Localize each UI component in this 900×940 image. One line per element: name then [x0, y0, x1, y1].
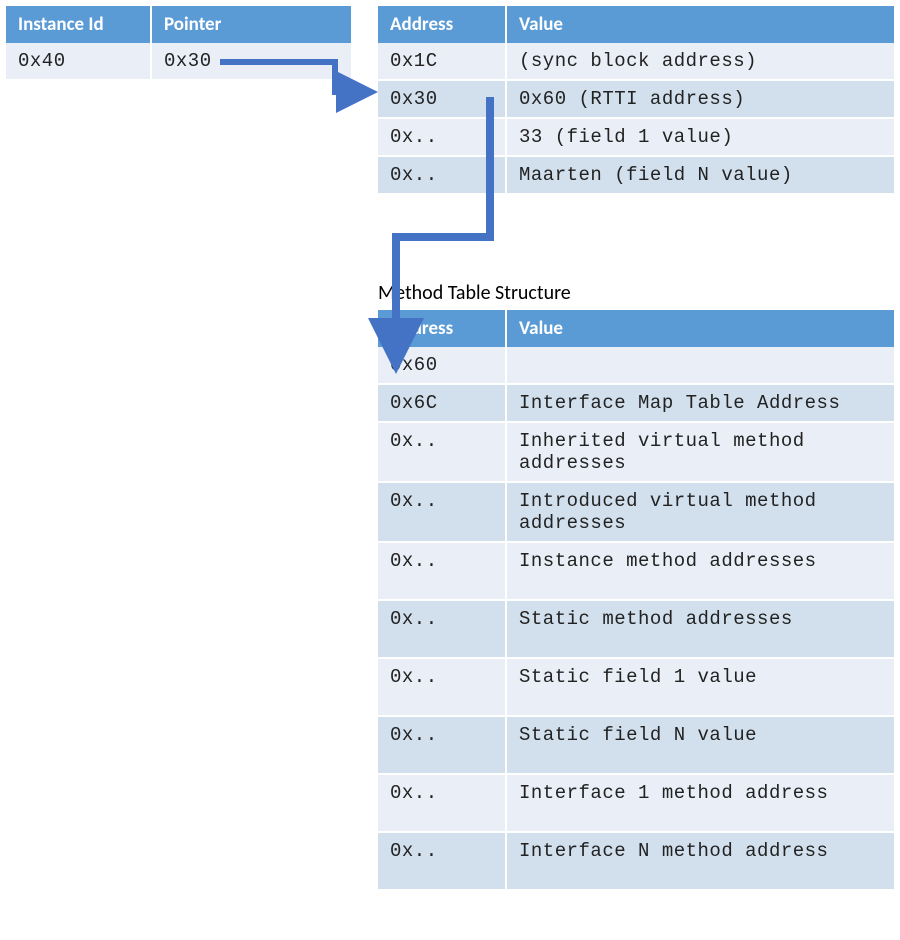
table-row: 0x.. Interface N method address	[378, 832, 894, 890]
table-row: 0x.. Static field 1 value	[378, 658, 894, 716]
table-row: 0x.. Introduced virtual method addresses	[378, 482, 894, 542]
heap-address-cell: 0x..	[378, 118, 506, 156]
heap-table: Address Value 0x1C (sync block address) …	[378, 6, 894, 195]
method-value-cell	[506, 347, 894, 384]
instance-table-header-pointer: Pointer	[151, 6, 351, 43]
method-value-cell: Inherited virtual method addresses	[506, 422, 894, 482]
method-value-cell: Static method addresses	[506, 600, 894, 658]
method-table-header-address: Address	[378, 310, 506, 347]
method-address-cell: 0x..	[378, 774, 506, 832]
heap-address-cell: 0x..	[378, 156, 506, 194]
instance-id-cell: 0x40	[6, 43, 151, 80]
heap-value-cell: 33 (field 1 value)	[506, 118, 894, 156]
table-row: 0x.. Static field N value	[378, 716, 894, 774]
table-row: 0x60	[378, 347, 894, 384]
heap-table-header-address: Address	[378, 6, 506, 43]
method-value-cell: Interface Map Table Address	[506, 384, 894, 422]
method-value-cell: Interface 1 method address	[506, 774, 894, 832]
instance-table: Instance Id Pointer 0x40 0x30	[6, 6, 351, 81]
method-address-cell: 0x..	[378, 832, 506, 890]
heap-address-cell: 0x1C	[378, 43, 506, 80]
table-row: 0x.. 33 (field 1 value)	[378, 118, 894, 156]
table-row: 0x.. Instance method addresses	[378, 542, 894, 600]
diagram-canvas: Instance Id Pointer 0x40 0x30 Address Va…	[0, 0, 900, 940]
heap-address-cell: 0x30	[378, 80, 506, 118]
method-table-title: Method Table Structure	[378, 281, 571, 305]
method-value-cell: Static field 1 value	[506, 658, 894, 716]
table-row: 0x.. Interface 1 method address	[378, 774, 894, 832]
method-address-cell: 0x..	[378, 542, 506, 600]
method-table: Address Value 0x60 0x6C Interface Map Ta…	[378, 310, 894, 891]
method-value-cell: Interface N method address	[506, 832, 894, 890]
method-address-cell: 0x..	[378, 600, 506, 658]
heap-table-header-value: Value	[506, 6, 894, 43]
method-address-cell: 0x6C	[378, 384, 506, 422]
method-table-header-value: Value	[506, 310, 894, 347]
table-row: 0x.. Inherited virtual method addresses	[378, 422, 894, 482]
heap-value-cell: (sync block address)	[506, 43, 894, 80]
table-row: 0x6C Interface Map Table Address	[378, 384, 894, 422]
method-address-cell: 0x..	[378, 422, 506, 482]
method-address-cell: 0x..	[378, 658, 506, 716]
method-value-cell: Introduced virtual method addresses	[506, 482, 894, 542]
heap-value-cell: Maarten (field N value)	[506, 156, 894, 194]
instance-pointer-cell: 0x30	[151, 43, 351, 80]
method-address-cell: 0x60	[378, 347, 506, 384]
table-row: 0x30 0x60 (RTTI address)	[378, 80, 894, 118]
method-value-cell: Static field N value	[506, 716, 894, 774]
method-address-cell: 0x..	[378, 716, 506, 774]
table-row: 0x.. Static method addresses	[378, 600, 894, 658]
method-value-cell: Instance method addresses	[506, 542, 894, 600]
heap-value-cell: 0x60 (RTTI address)	[506, 80, 894, 118]
method-address-cell: 0x..	[378, 482, 506, 542]
instance-table-header-id: Instance Id	[6, 6, 151, 43]
table-row: 0x.. Maarten (field N value)	[378, 156, 894, 194]
table-row: 0x40 0x30	[6, 43, 351, 80]
table-row: 0x1C (sync block address)	[378, 43, 894, 80]
